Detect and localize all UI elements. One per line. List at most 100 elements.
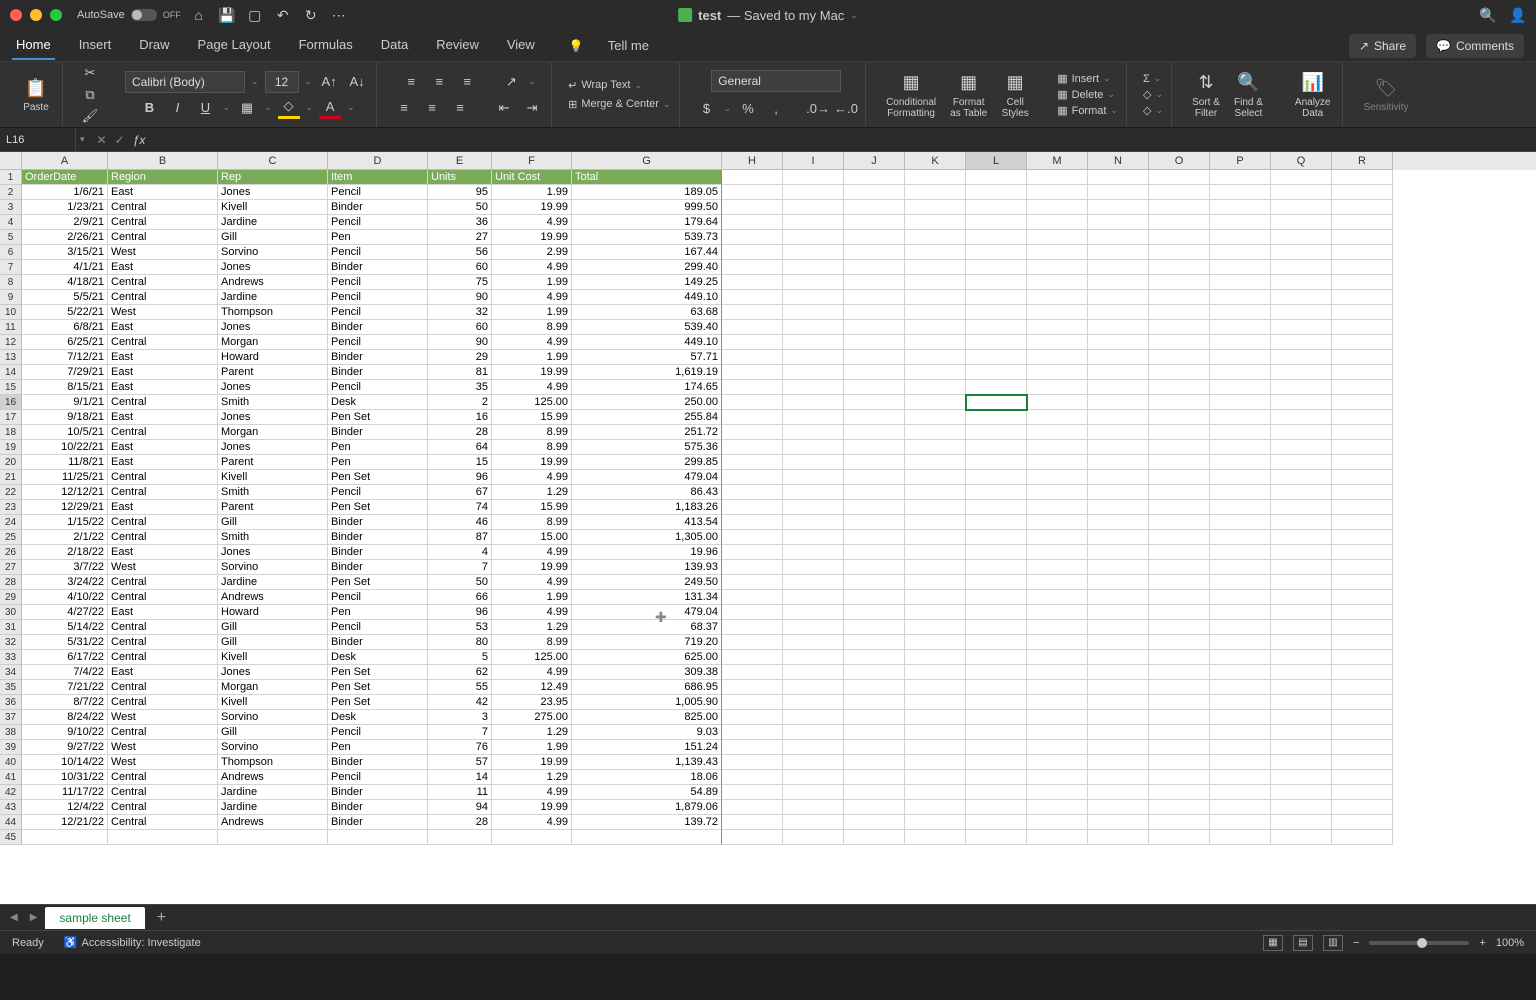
row-header-17[interactable]: 17 — [0, 410, 22, 425]
cell-B11[interactable]: East — [108, 320, 218, 335]
cell-F22[interactable]: 1.29 — [492, 485, 572, 500]
cell-R6[interactable] — [1332, 245, 1393, 260]
cell-B40[interactable]: West — [108, 755, 218, 770]
cell-A13[interactable]: 7/12/21 — [22, 350, 108, 365]
cell-H39[interactable] — [722, 740, 783, 755]
cell-K7[interactable] — [905, 260, 966, 275]
cell-E10[interactable]: 32 — [428, 305, 492, 320]
zoom-out-button[interactable]: − — [1353, 937, 1359, 949]
cell-H22[interactable] — [722, 485, 783, 500]
cell-M2[interactable] — [1027, 185, 1088, 200]
cell-R9[interactable] — [1332, 290, 1393, 305]
cell-A16[interactable]: 9/1/21 — [22, 395, 108, 410]
cell-K19[interactable] — [905, 440, 966, 455]
cell-O5[interactable] — [1149, 230, 1210, 245]
cell-P7[interactable] — [1210, 260, 1271, 275]
tab-page-layout[interactable]: Page Layout — [194, 31, 275, 60]
cancel-formula-icon[interactable]: ✕ — [97, 133, 107, 147]
cell-D16[interactable]: Desk — [328, 395, 428, 410]
row-header-23[interactable]: 23 — [0, 500, 22, 515]
row-header-2[interactable]: 2 — [0, 185, 22, 200]
cell-P12[interactable] — [1210, 335, 1271, 350]
cell-I5[interactable] — [783, 230, 844, 245]
cell-D15[interactable]: Pencil — [328, 380, 428, 395]
cell-D6[interactable]: Pencil — [328, 245, 428, 260]
cell-E45[interactable] — [428, 830, 492, 845]
clear-button[interactable]: ◇ ⌄ — [1143, 104, 1163, 117]
cell-F27[interactable]: 19.99 — [492, 560, 572, 575]
cell-B10[interactable]: West — [108, 305, 218, 320]
cell-Q18[interactable] — [1271, 425, 1332, 440]
tab-home[interactable]: Home — [12, 31, 55, 60]
tab-review[interactable]: Review — [432, 31, 483, 60]
cell-B39[interactable]: West — [108, 740, 218, 755]
row-header-22[interactable]: 22 — [0, 485, 22, 500]
cell-G35[interactable]: 686.95 — [572, 680, 722, 695]
cell-L26[interactable] — [966, 545, 1027, 560]
row-header-36[interactable]: 36 — [0, 695, 22, 710]
cell-A39[interactable]: 9/27/22 — [22, 740, 108, 755]
cell-R24[interactable] — [1332, 515, 1393, 530]
cell-L24[interactable] — [966, 515, 1027, 530]
cell-K8[interactable] — [905, 275, 966, 290]
cell-H27[interactable] — [722, 560, 783, 575]
cell-J29[interactable] — [844, 590, 905, 605]
cell-G36[interactable]: 1,005.90 — [572, 695, 722, 710]
cell-A44[interactable]: 12/21/22 — [22, 815, 108, 830]
cell-M16[interactable] — [1027, 395, 1088, 410]
cell-I18[interactable] — [783, 425, 844, 440]
merge-center-button[interactable]: ⊞ Merge & Center ⌄ — [568, 98, 670, 111]
cell-C7[interactable]: Jones — [218, 260, 328, 275]
cell-N16[interactable] — [1088, 395, 1149, 410]
home-icon[interactable]: ⌂ — [191, 7, 207, 23]
cell-M40[interactable] — [1027, 755, 1088, 770]
cell-D11[interactable]: Binder — [328, 320, 428, 335]
cell-A42[interactable]: 11/17/22 — [22, 785, 108, 800]
cell-N31[interactable] — [1088, 620, 1149, 635]
cell-M38[interactable] — [1027, 725, 1088, 740]
cell-J19[interactable] — [844, 440, 905, 455]
cell-F30[interactable]: 4.99 — [492, 605, 572, 620]
cell-M35[interactable] — [1027, 680, 1088, 695]
add-sheet-button[interactable]: + — [149, 909, 174, 927]
cell-N22[interactable] — [1088, 485, 1149, 500]
align-right-button[interactable]: ≡ — [449, 97, 471, 119]
row-header-25[interactable]: 25 — [0, 530, 22, 545]
cell-G2[interactable]: 189.05 — [572, 185, 722, 200]
sort-filter-button[interactable]: ⇅Sort & Filter — [1188, 69, 1224, 121]
cell-G1[interactable]: Total — [572, 170, 722, 185]
cell-R5[interactable] — [1332, 230, 1393, 245]
cell-G43[interactable]: 1,879.06 — [572, 800, 722, 815]
cell-L8[interactable] — [966, 275, 1027, 290]
row-header-30[interactable]: 30 — [0, 605, 22, 620]
cell-L43[interactable] — [966, 800, 1027, 815]
cell-Q5[interactable] — [1271, 230, 1332, 245]
font-size-select[interactable] — [265, 71, 299, 93]
cell-J17[interactable] — [844, 410, 905, 425]
cell-B45[interactable] — [108, 830, 218, 845]
row-header-20[interactable]: 20 — [0, 455, 22, 470]
cell-G12[interactable]: 449.10 — [572, 335, 722, 350]
cell-N1[interactable] — [1088, 170, 1149, 185]
cell-N20[interactable] — [1088, 455, 1149, 470]
cell-B37[interactable]: West — [108, 710, 218, 725]
cell-L22[interactable] — [966, 485, 1027, 500]
cell-C33[interactable]: Kivell — [218, 650, 328, 665]
cell-O16[interactable] — [1149, 395, 1210, 410]
cell-M3[interactable] — [1027, 200, 1088, 215]
cell-D41[interactable]: Pencil — [328, 770, 428, 785]
cell-A43[interactable]: 12/4/22 — [22, 800, 108, 815]
cell-M34[interactable] — [1027, 665, 1088, 680]
cell-H9[interactable] — [722, 290, 783, 305]
cell-K6[interactable] — [905, 245, 966, 260]
cell-O9[interactable] — [1149, 290, 1210, 305]
align-left-button[interactable]: ≡ — [393, 97, 415, 119]
cell-O39[interactable] — [1149, 740, 1210, 755]
cell-E40[interactable]: 57 — [428, 755, 492, 770]
cell-P22[interactable] — [1210, 485, 1271, 500]
cell-R19[interactable] — [1332, 440, 1393, 455]
cell-J14[interactable] — [844, 365, 905, 380]
cell-D21[interactable]: Pen Set — [328, 470, 428, 485]
cell-B43[interactable]: Central — [108, 800, 218, 815]
new-icon[interactable]: ▢ — [247, 7, 263, 23]
